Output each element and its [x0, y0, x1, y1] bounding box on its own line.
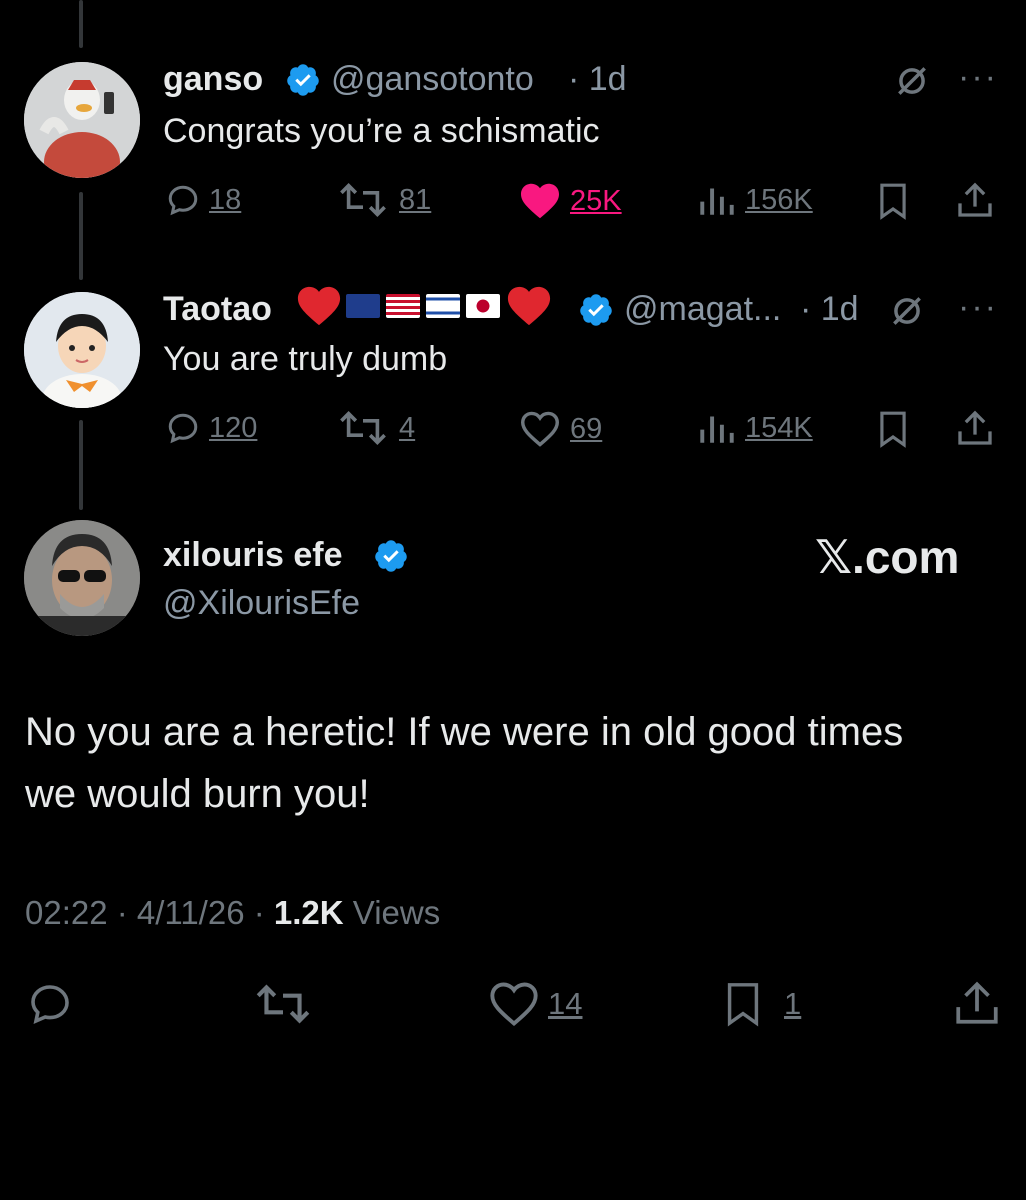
verified-badge-icon: [580, 294, 612, 326]
red-heart-icon: [297, 286, 341, 326]
tweet-text: You are truly dumb: [163, 340, 448, 378]
reply-icon: [168, 413, 198, 444]
tweet-text-line1: No you are a heretic! If we were in old …: [25, 710, 904, 754]
handle[interactable]: @XilourisEfe: [163, 584, 360, 623]
tweet-text-line2: we would burn you!: [25, 772, 370, 816]
views-icon: [700, 188, 734, 215]
views-count: 156K: [745, 183, 813, 216]
like-button[interactable]: 25K: [518, 182, 622, 220]
display-name[interactable]: ganso: [163, 60, 263, 99]
red-heart-icon: [507, 286, 551, 326]
share-icon[interactable]: [952, 978, 1002, 1028]
thread-line: [79, 192, 83, 280]
thread-line: [79, 420, 83, 510]
reply-icon[interactable]: [25, 980, 75, 1028]
views-button[interactable]: 154K: [697, 410, 813, 446]
retweet-icon: [340, 183, 386, 217]
views-icon: [700, 416, 734, 443]
more-options-icon[interactable]: ···: [958, 288, 998, 327]
timestamp[interactable]: · 1d: [568, 60, 627, 99]
retweet-icon[interactable]: [252, 982, 314, 1026]
timestamp[interactable]: · 1d: [800, 290, 859, 329]
views-button[interactable]: 156K: [697, 182, 813, 218]
retweet-button[interactable]: 4: [335, 410, 415, 446]
like-button[interactable]: 14: [488, 980, 582, 1028]
views-count: 154K: [745, 411, 813, 444]
handle[interactable]: @gansotonto: [331, 60, 534, 99]
tweet-meta: 02:22 · 4/11/26 · 1.2K Views: [25, 894, 440, 932]
x-com-watermark: 𝕏.com: [815, 531, 960, 583]
bookmark-icon[interactable]: [874, 410, 912, 448]
heart-filled-icon: [521, 183, 559, 219]
like-button[interactable]: 69: [518, 410, 602, 448]
verified-badge-icon: [287, 64, 319, 96]
retweet-count: 4: [399, 411, 416, 444]
tweet-text: Congrats you’re a schismatic: [163, 112, 600, 150]
name-emojis: [296, 284, 552, 328]
views-count: 1.2K: [273, 894, 344, 931]
reply-button[interactable]: 120: [165, 410, 257, 446]
grok-icon[interactable]: [888, 292, 926, 330]
bookmark-button[interactable]: 1: [720, 980, 801, 1028]
verified-badge-icon: [375, 540, 407, 572]
bookmark-icon: [727, 983, 759, 1027]
like-count: 69: [570, 412, 603, 445]
more-options-icon[interactable]: ···: [958, 58, 998, 97]
reply-count: 120: [209, 411, 258, 444]
avatar[interactable]: [24, 520, 140, 636]
japan-flag-icon: [466, 294, 500, 318]
reply-count: 18: [209, 183, 242, 216]
heart-outline-icon: [520, 411, 560, 447]
retweet-icon: [340, 411, 386, 445]
heart-outline-icon: [490, 982, 538, 1027]
retweet-count: 81: [399, 183, 432, 216]
like-count: 25K: [570, 184, 622, 217]
handle[interactable]: @magat...: [624, 290, 781, 329]
reply-button[interactable]: 18: [165, 182, 241, 218]
avatar[interactable]: [24, 62, 140, 178]
reply-icon: [168, 185, 198, 216]
like-count: 14: [548, 986, 583, 1021]
israel-flag-icon: [426, 294, 460, 318]
bookmark-count: 1: [784, 986, 802, 1021]
thread-line: [79, 0, 83, 48]
share-icon[interactable]: [955, 408, 995, 448]
australia-flag-icon: [346, 294, 380, 318]
display-name[interactable]: xilouris efe: [163, 536, 343, 575]
retweet-button[interactable]: 81: [335, 182, 431, 218]
bookmark-icon[interactable]: [874, 182, 912, 220]
grok-icon[interactable]: [893, 62, 931, 100]
display-name[interactable]: Taotao: [163, 290, 272, 329]
tweet-timestamp[interactable]: 02:22 · 4/11/26 ·: [25, 894, 265, 931]
usa-flag-icon: [386, 294, 420, 318]
share-icon[interactable]: [955, 180, 995, 220]
avatar[interactable]: [24, 292, 140, 408]
views-label: Views: [352, 894, 441, 931]
